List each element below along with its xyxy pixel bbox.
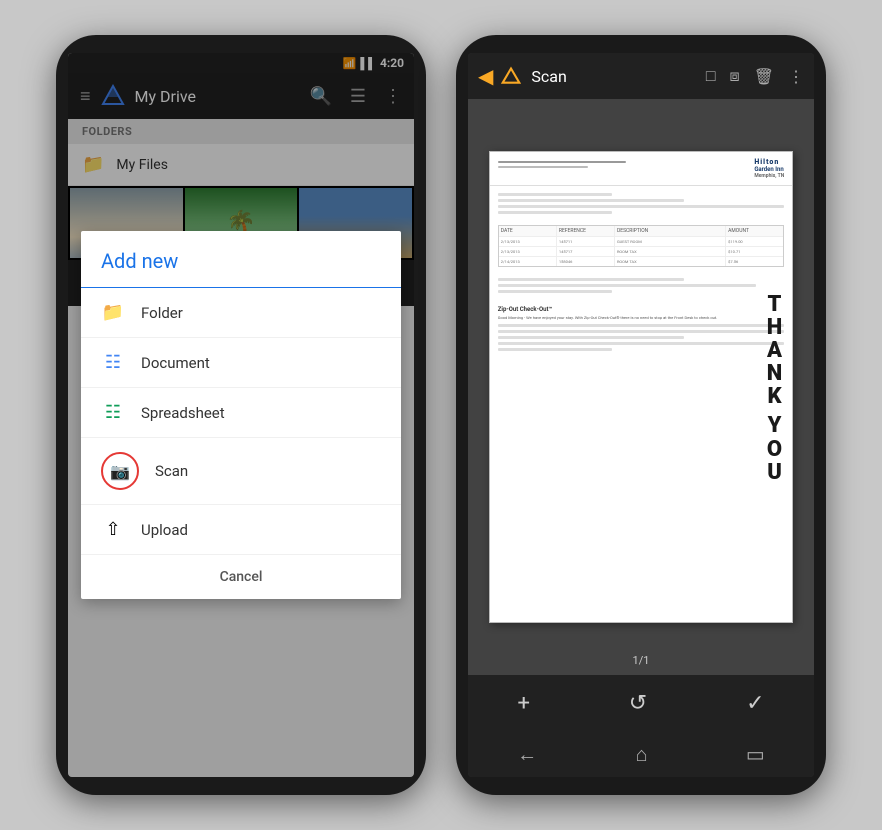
- upload-item-label: Upload: [141, 521, 188, 539]
- scan-item-label: Scan: [155, 462, 188, 480]
- scan-camera-icon: 📷: [108, 462, 132, 481]
- cell-desc-3: ROOM TAX: [615, 257, 726, 266]
- modal-item-scan[interactable]: 📷 Scan: [81, 438, 401, 505]
- thank-text-h: H: [767, 316, 782, 339]
- scan-content-area: Hilton Garden Inn Memphis, TN DATE: [468, 99, 814, 675]
- crop-icon[interactable]: □: [706, 66, 716, 86]
- doc-line-3: [498, 205, 784, 208]
- cell-amount-1: $119.00: [726, 237, 783, 246]
- scan-circle-highlight: 📷: [101, 452, 139, 490]
- rotate-toolbar-icon[interactable]: ⧈: [730, 66, 740, 86]
- table-header-ref: REFERENCE: [557, 226, 615, 236]
- cell-ref-1: 145711: [557, 237, 615, 246]
- thank-text-a: A: [767, 339, 782, 362]
- spreadsheet-item-label: Spreadsheet: [141, 404, 225, 422]
- table-row-1: 2/13/2013 145711 GUEST ROOM $119.00: [499, 237, 783, 247]
- right-screen: ◀ Scan □ ⧈ 🗑 ⋮: [468, 53, 814, 777]
- add-page-button[interactable]: +: [517, 691, 529, 716]
- doc-body: [490, 186, 792, 221]
- doc-table: DATE REFERENCE DESCRIPTION AMOUNT 2/13/2…: [498, 225, 784, 267]
- spreadsheet-menu-icon: ☷: [101, 402, 125, 423]
- doc-line-1: [498, 193, 613, 196]
- modal-item-folder[interactable]: 📁 Folder: [81, 288, 401, 338]
- thank-you-text: T H A N K Y O U: [767, 293, 782, 484]
- doc-line-8: [498, 324, 784, 327]
- doc-line: [498, 161, 626, 163]
- doc-body-2: [490, 271, 792, 300]
- bottom-nav-right: ← ⌂ ▭: [468, 731, 814, 777]
- home-nav-icon-right[interactable]: ⌂: [635, 742, 647, 767]
- back-arrow-icon[interactable]: ◀: [478, 64, 493, 88]
- scanned-document: Hilton Garden Inn Memphis, TN DATE: [489, 151, 793, 623]
- modal-item-upload[interactable]: ⇧ Upload: [81, 505, 401, 555]
- you-text-o: O: [767, 438, 782, 461]
- thank-text-k: K: [767, 385, 782, 408]
- cell-desc-2: ROOM TAX: [615, 247, 726, 256]
- doc-line-7: [498, 290, 613, 293]
- cancel-button[interactable]: Cancel: [81, 555, 401, 599]
- cell-amount-3: $7.56: [726, 257, 783, 266]
- cell-date-3: 2/14/2013: [499, 257, 557, 266]
- modal-item-document[interactable]: ☷ Document: [81, 338, 401, 388]
- cell-desc-1: GUEST ROOM: [615, 237, 726, 246]
- folder-item-label: Folder: [141, 304, 183, 322]
- hilton-logo: Hilton Garden Inn Memphis, TN: [754, 158, 784, 180]
- document-item-label: Document: [141, 354, 210, 372]
- doc-line-4: [498, 211, 613, 214]
- right-phone: ◀ Scan □ ⧈ 🗑 ⋮: [456, 35, 826, 795]
- cell-ref-3: 158046: [557, 257, 615, 266]
- cell-date-2: 2/13/2013: [499, 247, 557, 256]
- thank-text-n: N: [767, 362, 782, 385]
- left-phone: 📶 ▌▌ 4:20 ≡ My Drive 🔍 ☰ ⋮ FOLDERS 📁 My …: [56, 35, 426, 795]
- cancel-label: Cancel: [220, 569, 263, 585]
- doc-line-5: [498, 278, 684, 281]
- doc-line-2: [498, 199, 684, 202]
- checkout-text: Good Morning - We have enjoyed your stay…: [498, 315, 784, 321]
- scan-toolbar-actions: □ ⧈ 🗑 ⋮: [706, 66, 804, 86]
- document-menu-icon: ☷: [101, 352, 125, 373]
- page-indicator: 1/1: [633, 654, 650, 667]
- doc-line-10: [498, 336, 684, 339]
- drive-logo-scan: [501, 66, 521, 86]
- folder-menu-icon: 📁: [101, 302, 125, 323]
- cell-date-1: 2/13/2013: [499, 237, 557, 246]
- modal-item-spreadsheet[interactable]: ☷ Spreadsheet: [81, 388, 401, 438]
- back-nav-icon-right[interactable]: ←: [517, 742, 537, 767]
- cell-ref-2: 145717: [557, 247, 615, 256]
- left-screen: 📶 ▌▌ 4:20 ≡ My Drive 🔍 ☰ ⋮ FOLDERS 📁 My …: [68, 53, 414, 777]
- cell-amount-2: $10.71: [726, 247, 783, 256]
- scan-bottom-actions: + ↺ ✓: [468, 675, 814, 731]
- you-text-u: U: [767, 461, 782, 484]
- scan-toolbar: ◀ Scan □ ⧈ 🗑 ⋮: [468, 53, 814, 99]
- table-header-row: DATE REFERENCE DESCRIPTION AMOUNT: [499, 226, 783, 237]
- table-header-desc: DESCRIPTION: [615, 226, 726, 236]
- add-new-modal: Add new 📁 Folder ☷ Document ☷ Spreadshee…: [81, 231, 401, 599]
- checkout-heading: Zip-Out Check-Out™: [498, 306, 784, 313]
- recents-nav-icon-right[interactable]: ▭: [746, 742, 765, 766]
- doc-line-11: [498, 342, 784, 345]
- confirm-scan-button[interactable]: ✓: [746, 691, 764, 716]
- thank-text: T: [767, 293, 782, 316]
- doc-line-6: [498, 284, 756, 287]
- table-header-amount: AMOUNT: [726, 226, 783, 236]
- you-text-y1: Y: [767, 414, 782, 437]
- modal-title: Add new: [81, 231, 401, 288]
- table-row-2: 2/13/2013 145717 ROOM TAX $10.71: [499, 247, 783, 257]
- scan-screen-title: Scan: [531, 67, 697, 86]
- doc-line-12: [498, 348, 613, 351]
- doc-line: [498, 166, 588, 168]
- more-icon-right[interactable]: ⋮: [788, 67, 804, 86]
- doc-line-9: [498, 330, 784, 333]
- doc-lower: Zip-Out Check-Out™ Good Morning - We hav…: [490, 306, 792, 351]
- doc-header: Hilton Garden Inn Memphis, TN: [490, 152, 792, 187]
- table-header-date: DATE: [499, 226, 557, 236]
- modal-overlay: Add new 📁 Folder ☷ Document ☷ Spreadshee…: [68, 53, 414, 777]
- upload-menu-icon: ⇧: [101, 519, 125, 540]
- delete-icon[interactable]: 🗑: [754, 67, 774, 86]
- table-row-3: 2/14/2013 158046 ROOM TAX $7.56: [499, 257, 783, 266]
- rotate-scan-button[interactable]: ↺: [629, 691, 647, 716]
